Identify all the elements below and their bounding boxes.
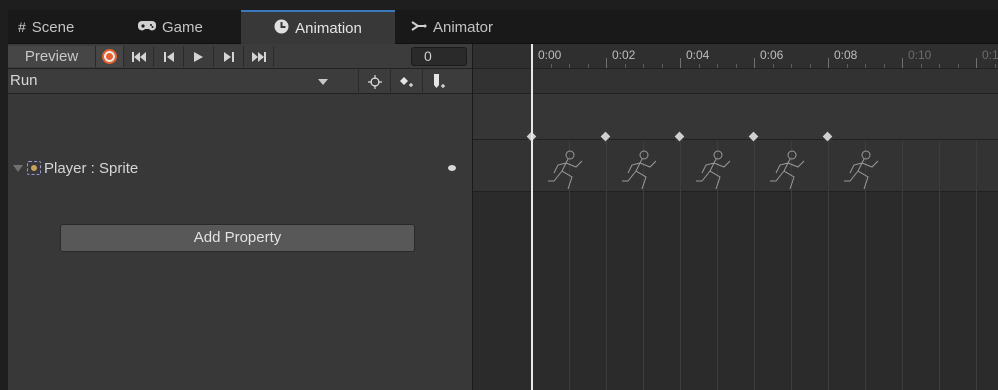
- tab-animator[interactable]: Animator: [411, 10, 493, 44]
- ruler-subtick: [550, 64, 552, 68]
- gamepad-icon: [137, 19, 157, 35]
- ruler-label: 0:02: [612, 48, 636, 62]
- preview-button[interactable]: Preview: [8, 46, 96, 67]
- ruler-tick: [680, 58, 681, 68]
- ruler-subtick: [717, 64, 718, 68]
- ruler-subtick: [994, 64, 996, 68]
- playback-toolbar: Preview 0: [8, 44, 472, 69]
- play-icon: [194, 51, 203, 62]
- last-key-button[interactable]: [244, 46, 274, 67]
- ruler-subtick: [939, 64, 940, 68]
- record-icon: [102, 49, 117, 64]
- skip-end-icon: [251, 51, 266, 62]
- clip-dropdown-label: Run: [10, 72, 38, 89]
- ruler-subtick: [698, 64, 700, 68]
- filter-by-selection-button[interactable]: [358, 69, 390, 94]
- playhead[interactable]: [531, 44, 533, 390]
- ruler-subtick: [883, 64, 885, 68]
- ruler-tick: [828, 58, 829, 68]
- ruler-subtick: [661, 64, 663, 68]
- tab-bar: # Scene Game Animation Animator: [8, 10, 998, 44]
- grid-line: [939, 140, 940, 390]
- step-forward-icon: [223, 51, 234, 62]
- sprite-renderer-icon: [27, 161, 41, 175]
- frame-field[interactable]: 0: [411, 47, 467, 66]
- ruler-subtick: [846, 64, 848, 68]
- time-ruler[interactable]: 0:00 0:02 0:04 0:06 0:08 0:10 0:12: [473, 44, 998, 69]
- tab-label: Animator: [433, 18, 494, 36]
- ruler-subtick: [643, 64, 644, 68]
- ruler-label: 0:08: [834, 48, 858, 62]
- clip-dropdown[interactable]: Run: [8, 70, 330, 92]
- tab-animation[interactable]: Animation: [241, 10, 395, 44]
- ruler-label: 0:00: [538, 48, 562, 62]
- play-button[interactable]: [184, 46, 214, 67]
- previous-key-button[interactable]: [154, 46, 184, 67]
- ruler-tick: [902, 58, 903, 68]
- ruler-subtick: [735, 64, 737, 68]
- tab-game[interactable]: Game: [137, 10, 203, 44]
- ruler-subtick: [569, 64, 570, 68]
- property-row[interactable]: Player : Sprite: [8, 149, 472, 187]
- ruler-subtick: [865, 64, 866, 68]
- ruler-label: 0:04: [686, 48, 710, 62]
- ruler-subtick: [624, 64, 626, 68]
- step-back-icon: [163, 51, 174, 62]
- grid-line: [976, 140, 977, 390]
- ruler-tick: [754, 58, 755, 68]
- foldout-arrow-icon[interactable]: [13, 164, 23, 172]
- clip-toolbar: Run: [8, 69, 472, 94]
- keyframe-dot-icon[interactable]: [448, 165, 456, 171]
- record-button[interactable]: [96, 46, 124, 67]
- timeline-panel[interactable]: 0:00 0:02 0:04 0:06 0:08 0:10 0:12: [473, 44, 998, 390]
- tab-label: Scene: [31, 18, 75, 36]
- property-panel: Preview 0 Run Player: Sprite Add Proper…: [8, 44, 472, 390]
- tab-label: Game: [162, 18, 203, 36]
- crosshair-icon: [367, 74, 382, 89]
- sprite-frame-thumbnail[interactable]: [828, 146, 898, 192]
- animation-window: # Scene Game Animation Animator Preview: [8, 10, 998, 390]
- summary-track[interactable]: [473, 94, 998, 140]
- ruler-label: 0:10: [908, 48, 932, 62]
- sprite-frame-thumbnail[interactable]: [532, 146, 602, 192]
- sprite-frame-thumbnail[interactable]: [754, 146, 824, 192]
- tab-label: Animation: [295, 19, 362, 37]
- tab-scene[interactable]: # Scene: [18, 10, 74, 44]
- first-key-button[interactable]: [124, 46, 154, 67]
- chevron-down-icon: [318, 79, 328, 85]
- ruler-subtick: [587, 64, 589, 68]
- property-label: Player : Sprite: [44, 159, 139, 177]
- ruler-subtick: [957, 64, 959, 68]
- add-property-button[interactable]: Add Property: [60, 224, 415, 252]
- grid-icon: #: [18, 19, 26, 35]
- ruler-subtick: [809, 64, 811, 68]
- add-event-icon: [433, 73, 445, 88]
- ruler-subtick: [772, 64, 774, 68]
- sprite-frame-thumbnail[interactable]: [606, 146, 676, 192]
- ruler-tick: [976, 58, 977, 68]
- grid-line: [902, 140, 903, 390]
- add-keyframe-icon: [399, 76, 413, 87]
- next-key-button[interactable]: [214, 46, 244, 67]
- ruler-label: 0:06: [760, 48, 784, 62]
- add-keyframe-button[interactable]: [390, 69, 422, 94]
- add-event-button[interactable]: [422, 69, 454, 94]
- clock-icon: [274, 19, 289, 37]
- sprite-frame-thumbnail[interactable]: [680, 146, 750, 192]
- ruler-subtick: [791, 64, 792, 68]
- ruler-subtick: [920, 64, 922, 68]
- ruler-tick: [606, 58, 607, 68]
- ruler-label: 0:12: [982, 48, 998, 62]
- animator-icon: [411, 19, 427, 35]
- event-lane[interactable]: [473, 69, 998, 94]
- skip-start-icon: [131, 51, 146, 62]
